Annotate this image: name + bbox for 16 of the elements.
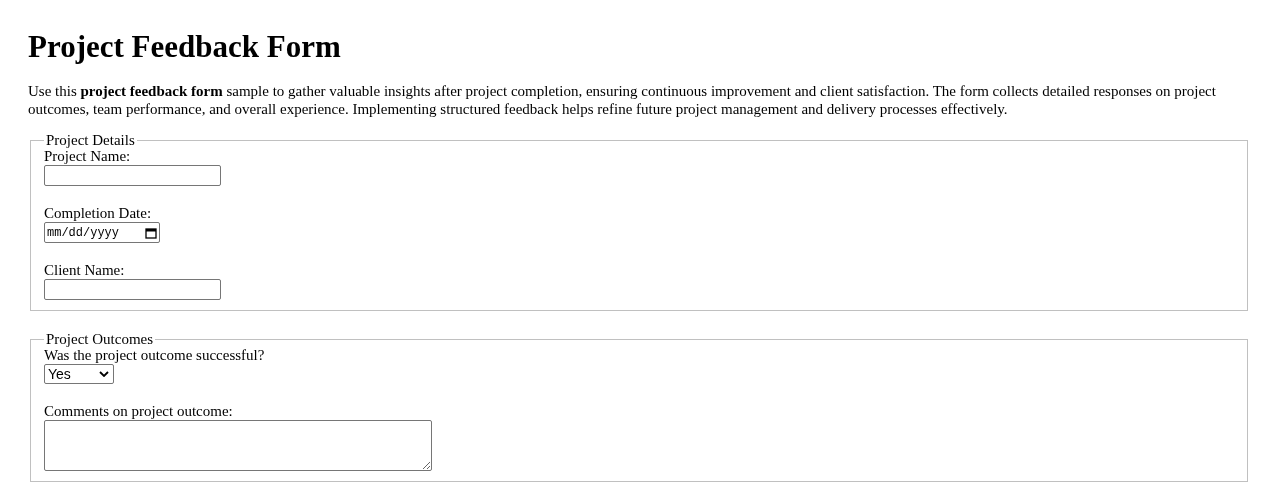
field-label: Client Name: [44, 261, 126, 279]
intro-paragraph: Use this project feedback form sample to gather valuable insights after project completion, ensuring continuous improvement and client satisfaction. The form collects detailed responses on project outcomes, team performance, and overall experience. Implementing structured feedback helps refine future project management and delivery processes effectively. [28, 82, 1217, 118]
field-label: Comments on project outcome: [44, 402, 234, 420]
field-label: Completion Date: [44, 204, 153, 222]
section-legend: Project Details [44, 132, 137, 149]
field-label: Project Name: [44, 148, 132, 165]
calendar-icon[interactable] [145, 226, 157, 239]
date-input-field[interactable]: mm/dd/yyyy [44, 222, 160, 243]
comments-textarea[interactable] [44, 420, 432, 471]
text-input-field[interactable] [44, 279, 221, 300]
text-input-field[interactable] [44, 165, 221, 186]
field-label: Was the project outcome successful? [44, 347, 266, 364]
section-legend: Project Outcomes [44, 331, 156, 348]
dropdown-select[interactable]: Yes [44, 364, 114, 384]
page-title: Project Feedback Form [28, 28, 342, 66]
chevron-down-icon [99, 371, 109, 377]
